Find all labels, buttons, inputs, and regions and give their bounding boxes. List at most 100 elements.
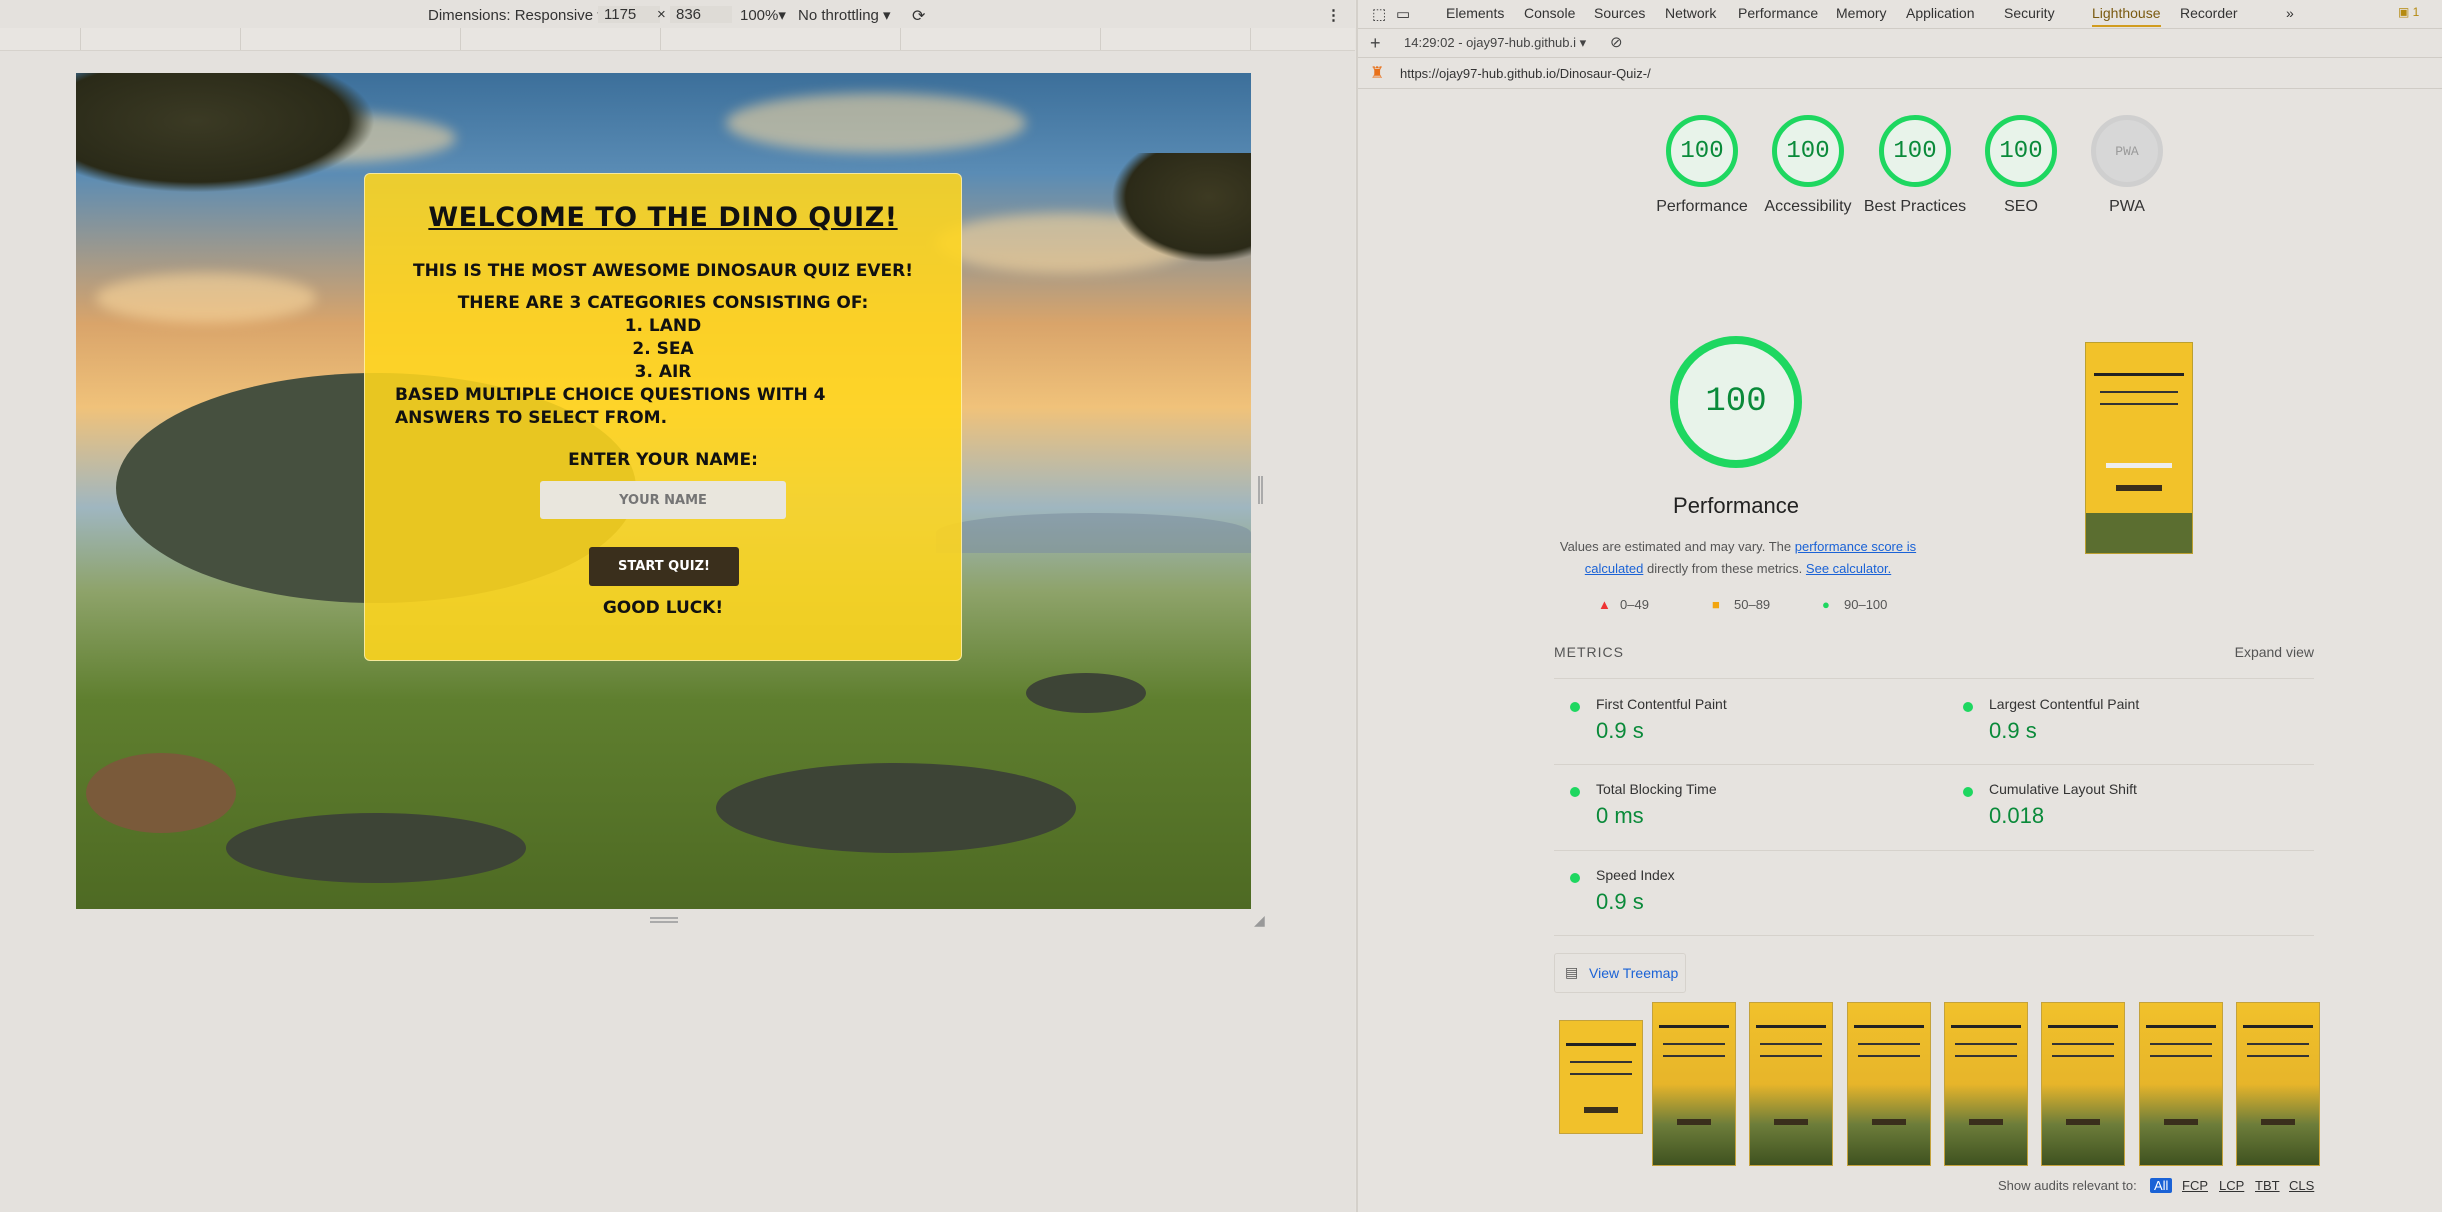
dinosaur [226,813,526,883]
audit-filter-lcp[interactable]: LCP [2219,1178,2244,1193]
tab-network[interactable]: Network [1665,5,1716,21]
throttling-label: No throttling [798,7,879,24]
metrics-title: METRICS [1554,644,1624,660]
audit-filter-tbt[interactable]: TBT [2255,1178,2280,1193]
tab-sources[interactable]: Sources [1594,5,1645,21]
filmstrip-frame[interactable] [2236,1002,2320,1166]
filmstrip-frame[interactable] [2139,1002,2223,1166]
audit-filter-cls[interactable]: CLS [2289,1178,2314,1193]
quiz-description: Based multiple choice questions with 4 a… [395,385,826,428]
treemap-label: View Treemap [1589,965,1679,981]
devtools-panel: ⬚ ▭ Elements Console Sources Network Per… [1356,0,2442,1212]
height-input[interactable]: 836 [670,6,732,23]
average-square-icon: ■ [1712,597,1720,612]
emulated-viewport: Welcome to the Dino Quiz! This is the mo… [76,73,1251,909]
times-separator: × [657,6,666,23]
metric-value: 0.9 s [1596,889,1644,914]
gauge-label: Accessibility [1764,198,1852,215]
report-url[interactable]: https://ojay97-hub.github.io/Dinosaur-Qu… [1400,66,1651,81]
metrics-divider [1554,935,2314,937]
zoom-dropdown[interactable]: 100%▾ [740,6,786,24]
rotate-icon[interactable]: ⟳ [912,6,925,26]
audit-filter-fcp[interactable]: FCP [2182,1178,2208,1193]
audit-filter-bar: Show audits relevant to: All FCP LCP TBT… [1998,1178,2438,1198]
resize-handle-bottom[interactable] [650,917,678,923]
device-emulation-pane: Dimensions: Responsive ▾ 1175 × 836 100%… [0,0,1355,1212]
gauge-label: Best Practices [1863,198,1967,215]
good-luck-text: Good luck! [602,598,724,618]
fail-triangle-icon: ▲ [1598,597,1611,612]
pass-dot-icon [1570,873,1580,883]
tab-application[interactable]: Application [1906,5,1975,21]
dinosaur [86,753,236,833]
width-input[interactable]: 1175 [598,6,660,23]
media-query-ruler[interactable] [0,28,1355,51]
audit-filter-label: Show audits relevant to: [1998,1178,2137,1193]
metric-label: Largest Contentful Paint [1989,696,2140,712]
dinosaur [1026,673,1146,713]
pass-dot-icon [1570,702,1580,712]
metric-label: Cumulative Layout Shift [1989,781,2137,797]
audit-filter-all[interactable]: All [2150,1178,2173,1193]
acacia-tree [1111,153,1251,263]
acacia-tree [76,73,376,193]
tab-recorder[interactable]: Recorder [2180,5,2238,21]
filmstrip-frame[interactable] [2041,1002,2125,1166]
metric-label: Speed Index [1596,867,1675,883]
pwa-badge[interactable]: PWA [2091,115,2163,187]
filmstrip-frame[interactable] [1652,1002,1736,1166]
category-item: 1. Land [624,316,702,336]
dimensions-dropdown[interactable]: Dimensions: Responsive ▾ [428,6,605,24]
quiz-title: Welcome to the Dino Quiz! [428,202,898,233]
lighthouse-toolbar: + 14:29:02 - ojay97-hub.github.i ▾ ⊘ [1358,29,2442,58]
categories-intro: There are 3 categories consisting of: [457,293,869,313]
report-selector-label: 14:29:02 - ojay97-hub.github.i [1404,35,1577,50]
resize-handle-right[interactable] [1258,476,1263,504]
view-treemap-button[interactable]: ▤ View Treemap [1554,953,1686,993]
issues-badge[interactable]: ▣ 1 [2398,5,2419,19]
treemap-icon: ▤ [1565,964,1579,980]
legend-pass: 90–100 [1844,597,1888,612]
filmstrip-frame[interactable] [1749,1002,1833,1166]
dimensions-label: Dimensions: Responsive [428,7,594,24]
best-practices-score-gauge[interactable]: 100 [1879,115,1951,187]
more-options-icon[interactable]: ⋮ [1326,6,1341,24]
final-screenshot-thumbnail[interactable] [2085,342,2193,554]
issues-count: 1 [2412,5,2420,19]
dinosaur [716,763,1076,853]
tab-memory[interactable]: Memory [1836,5,1887,21]
filmstrip-frame[interactable] [1944,1002,2028,1166]
tab-performance[interactable]: Performance [1738,5,1818,21]
welcome-card: Welcome to the Dino Quiz! This is the mo… [364,173,962,661]
accessibility-score-gauge[interactable]: 100 [1772,115,1844,187]
name-input[interactable] [540,481,786,519]
inspect-element-icon[interactable]: ⬚ [1372,5,1386,23]
gauge-label: Performance [1656,198,1748,215]
resize-corner-icon[interactable]: ◢ [1254,912,1268,928]
more-tabs-icon[interactable]: » [2286,5,2294,21]
expand-view-button[interactable]: Expand view [2235,644,2314,660]
note-text: directly from these metrics. [1646,561,1803,576]
performance-score-gauge[interactable]: 100 [1666,115,1738,187]
throttling-dropdown[interactable]: No throttling ▾ [798,6,891,24]
see-calculator-link[interactable]: See calculator. [1806,561,1891,576]
tab-security[interactable]: Security [2004,5,2055,21]
start-quiz-button[interactable]: Start Quiz! [589,547,739,586]
clear-icon[interactable]: ⊘ [1610,33,1623,51]
tab-elements[interactable]: Elements [1446,5,1504,21]
pass-dot-icon [1963,702,1973,712]
sky-cloud [96,273,316,323]
pass-dot-icon [1570,787,1580,797]
filmstrip-frame[interactable] [1847,1002,1931,1166]
gauge-label: SEO [2004,198,2038,215]
performance-big-gauge: 100 [1670,336,1802,468]
device-toggle-icon[interactable]: ▭ [1396,5,1410,23]
filmstrip-frame[interactable] [1559,1020,1643,1134]
note-text: Values are estimated and may vary. The [1559,539,1792,554]
report-selector[interactable]: 14:29:02 - ojay97-hub.github.i ▾ [1404,35,1586,51]
tab-lighthouse[interactable]: Lighthouse [2092,5,2161,27]
tab-console[interactable]: Console [1524,5,1575,21]
new-report-icon[interactable]: + [1370,33,1381,54]
seo-score-gauge[interactable]: 100 [1985,115,2057,187]
report-url-bar: ♜ https://ojay97-hub.github.io/Dinosaur-… [1358,58,2442,89]
